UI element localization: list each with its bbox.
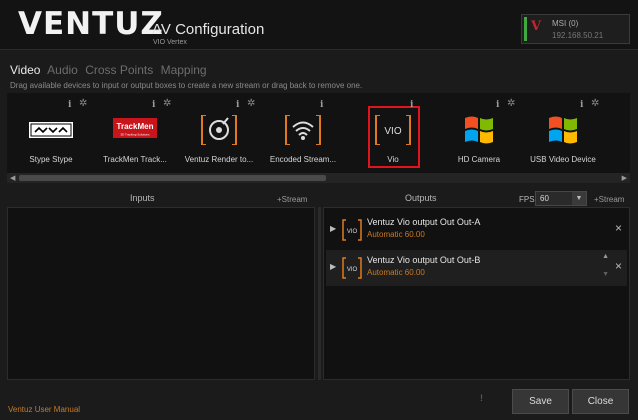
device-label: Ventuz Render to... (184, 155, 254, 164)
move-down-icon[interactable]: ▼ (602, 271, 609, 278)
app-title: AV Configuration (152, 21, 265, 38)
windows-logo-icon (465, 116, 493, 144)
machine-logo-icon: V (531, 19, 542, 34)
svg-text:VIO: VIO (384, 126, 401, 137)
fps-value: 60 (540, 194, 549, 203)
wifi-stream-icon (285, 115, 321, 145)
chevron-down-icon[interactable]: ▼ (572, 192, 586, 205)
device-label: USB Video Device (530, 155, 596, 164)
device-usb-video[interactable]: i ✲ USB Video Device (521, 93, 605, 173)
close-button[interactable]: Close (572, 389, 629, 414)
user-manual-link[interactable]: Ventuz User Manual (8, 405, 80, 414)
online-status-bar (524, 17, 527, 41)
device-strip: i ✲ Stype Stype i ✲ TrackMen 3D Tracking… (7, 93, 630, 173)
device-label: Stype Stype (29, 155, 73, 164)
warning-icon: ! (480, 393, 483, 403)
scroll-left-icon[interactable]: ◀ (10, 174, 15, 182)
output-name: Ventuz Vio output Out Out-A (367, 217, 481, 227)
info-icon[interactable]: i (580, 100, 583, 110)
info-icon[interactable]: i (410, 100, 413, 110)
gear-icon[interactable]: ✲ (507, 98, 515, 109)
tab-mapping[interactable]: Mapping (161, 63, 207, 77)
device-scrollbar[interactable]: ◀ ▶ (7, 173, 630, 183)
title-bar: VENTUZ AV Configuration VIO Vertex V MSI… (0, 0, 638, 50)
outputs-title: Outputs (405, 193, 437, 203)
info-icon[interactable]: i (496, 100, 499, 110)
machine-selector[interactable]: V MSI (0) 192.168.50.21 (521, 14, 630, 44)
fps-label: FPS (519, 195, 535, 204)
gear-icon[interactable]: ✲ (163, 98, 171, 109)
tab-cross-points[interactable]: Cross Points (85, 63, 153, 77)
output-item[interactable]: ▶ VIO Ventuz Vio output Out Out-A Automa… (326, 212, 627, 248)
device-ventuz-render[interactable]: i ✲ Ventuz Render to... (177, 93, 261, 173)
vio-device-icon: VIO (375, 115, 411, 145)
scrollbar-thumb[interactable] (19, 175, 326, 181)
ventuz-logo: VENTUZ (18, 6, 164, 42)
info-icon[interactable]: i (68, 100, 71, 110)
close-icon[interactable]: × (615, 221, 622, 235)
render-target-icon (201, 115, 237, 145)
fps-select[interactable]: 60 ▼ (535, 191, 587, 206)
drag-hint: Drag available devices to input or outpu… (10, 81, 363, 90)
device-vio[interactable]: i VIO Vio (351, 93, 435, 173)
device-label: Encoded Stream... (269, 155, 337, 164)
svg-text:VIO: VIO (347, 267, 358, 273)
device-label: HD Camera (457, 155, 501, 164)
output-name: Ventuz Vio output Out Out-B (367, 255, 481, 265)
machine-ip: 192.168.50.21 (552, 31, 604, 40)
close-icon[interactable]: × (615, 259, 622, 273)
app-subtitle: VIO Vertex (153, 39, 187, 46)
info-icon[interactable]: i (152, 100, 155, 110)
tab-bar: Video Audio Cross Points Mapping (10, 63, 211, 77)
svg-text:TrackMen: TrackMen (117, 122, 154, 131)
scroll-right-icon[interactable]: ▶ (622, 174, 627, 182)
device-hd-camera[interactable]: i ✲ HD Camera (437, 93, 521, 173)
trackmen-logo-icon: TrackMen 3D Tracking Solutions (113, 118, 157, 138)
svg-text:VIO: VIO (347, 229, 358, 235)
gear-icon[interactable]: ✲ (79, 98, 87, 109)
device-encoded-stream[interactable]: i Encoded Stream... (261, 93, 345, 173)
info-icon[interactable]: i (236, 100, 239, 110)
device-trackmen[interactable]: i ✲ TrackMen 3D Tracking Solutions Track… (93, 93, 177, 173)
info-icon[interactable]: i (320, 100, 323, 110)
inputs-panel[interactable] (7, 207, 315, 380)
output-mode: Automatic 60.00 (367, 268, 425, 277)
tab-audio[interactable]: Audio (47, 63, 78, 77)
output-mode: Automatic 60.00 (367, 230, 425, 239)
gear-icon[interactable]: ✲ (591, 98, 599, 109)
outputs-add-stream-button[interactable]: +Stream (594, 195, 624, 204)
windows-logo-icon (549, 116, 577, 144)
play-icon[interactable]: ▶ (330, 262, 336, 271)
stype-logo-icon (29, 122, 73, 138)
gear-icon[interactable]: ✲ (247, 98, 255, 109)
machine-name: MSI (0) (552, 19, 579, 28)
svg-text:3D Tracking Solutions: 3D Tracking Solutions (120, 133, 150, 137)
output-item[interactable]: ▶ VIO Ventuz Vio output Out Out-B Automa… (326, 250, 627, 286)
vio-output-icon: VIO (342, 257, 362, 279)
outputs-panel[interactable]: ▶ VIO Ventuz Vio output Out Out-A Automa… (323, 207, 630, 380)
play-icon[interactable]: ▶ (330, 224, 336, 233)
device-label: Vio (387, 155, 399, 164)
inputs-add-stream-button[interactable]: +Stream (277, 195, 307, 204)
save-button[interactable]: Save (512, 389, 569, 414)
vio-output-icon: VIO (342, 219, 362, 241)
device-label: TrackMen Track... (103, 155, 167, 164)
move-up-icon[interactable]: ▲ (602, 253, 609, 260)
tab-video[interactable]: Video (10, 63, 40, 77)
inputs-title: Inputs (130, 193, 155, 203)
device-stype[interactable]: i ✲ Stype Stype (9, 93, 93, 173)
panel-splitter[interactable] (318, 207, 321, 380)
